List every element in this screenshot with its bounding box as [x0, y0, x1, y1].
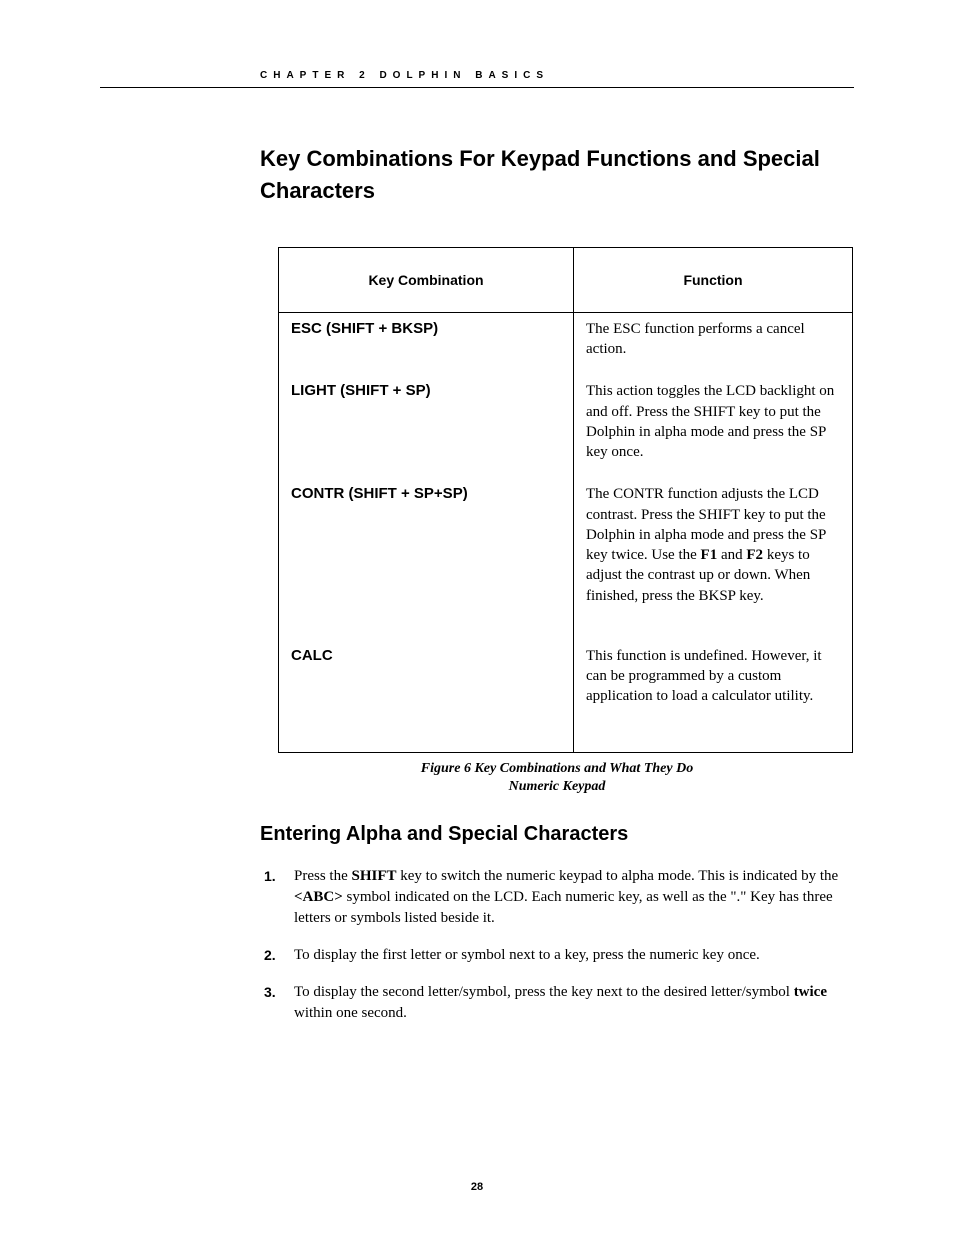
running-header: CHAPTER 2 DOLPHIN BASICS: [100, 70, 854, 88]
table-row: LIGHT (SHIFT + SP) This action toggles t…: [279, 375, 853, 478]
col-header-func: Function: [574, 247, 853, 312]
bold-twice: twice: [794, 984, 827, 1000]
key-cell: CALC: [279, 640, 574, 752]
func-cell: The ESC function performs a cancel actio…: [574, 312, 853, 375]
content-area: Key Combinations For Keypad Functions an…: [100, 143, 854, 1024]
list-item: To display the first letter or symbol ne…: [288, 945, 854, 966]
page-number: 28: [0, 1181, 954, 1193]
bold-key-f1: F1: [701, 547, 718, 563]
text: Press the: [294, 868, 352, 884]
table-row: CONTR (SHIFT + SP+SP) The CONTR function…: [279, 478, 853, 640]
key-cell: CONTR (SHIFT + SP+SP): [279, 478, 574, 640]
text: within one second.: [294, 1005, 407, 1021]
col-header-key: Key Combination: [279, 247, 574, 312]
bold-shift: SHIFT: [352, 868, 397, 884]
figure-caption: Figure 6 Key Combinations and What They …: [260, 761, 854, 777]
list-item: To display the second letter/symbol, pre…: [288, 982, 854, 1024]
bold-key-f2: F2: [746, 547, 763, 563]
table-header-row: Key Combination Function: [279, 247, 853, 312]
func-cell: This action toggles the LCD backlight on…: [574, 375, 853, 478]
text: and: [717, 547, 746, 563]
func-cell: This function is undefined. However, it …: [574, 640, 853, 752]
text: To display the second letter/symbol, pre…: [294, 984, 794, 1000]
key-cell: LIGHT (SHIFT + SP): [279, 375, 574, 478]
table-row: CALC This function is undefined. However…: [279, 640, 853, 752]
page: CHAPTER 2 DOLPHIN BASICS Key Combination…: [0, 0, 954, 1235]
bold-abc: <ABC>: [294, 889, 343, 905]
section-title: Key Combinations For Keypad Functions an…: [260, 143, 854, 207]
list-item: Press the SHIFT key to switch the numeri…: [288, 866, 854, 929]
text: To display the first letter or symbol ne…: [294, 947, 760, 963]
figure-subcaption: Numeric Keypad: [260, 779, 854, 795]
steps-list: Press the SHIFT key to switch the numeri…: [260, 866, 854, 1024]
key-combinations-table: Key Combination Function ESC (SHIFT + BK…: [278, 247, 853, 753]
key-cell: ESC (SHIFT + BKSP): [279, 312, 574, 375]
text: symbol indicated on the LCD. Each numeri…: [294, 889, 833, 926]
table-row: ESC (SHIFT + BKSP) The ESC function perf…: [279, 312, 853, 375]
subsection-title: Entering Alpha and Special Characters: [260, 823, 854, 846]
text: key to switch the numeric keypad to alph…: [397, 868, 839, 884]
func-cell: The CONTR function adjusts the LCD contr…: [574, 478, 853, 640]
